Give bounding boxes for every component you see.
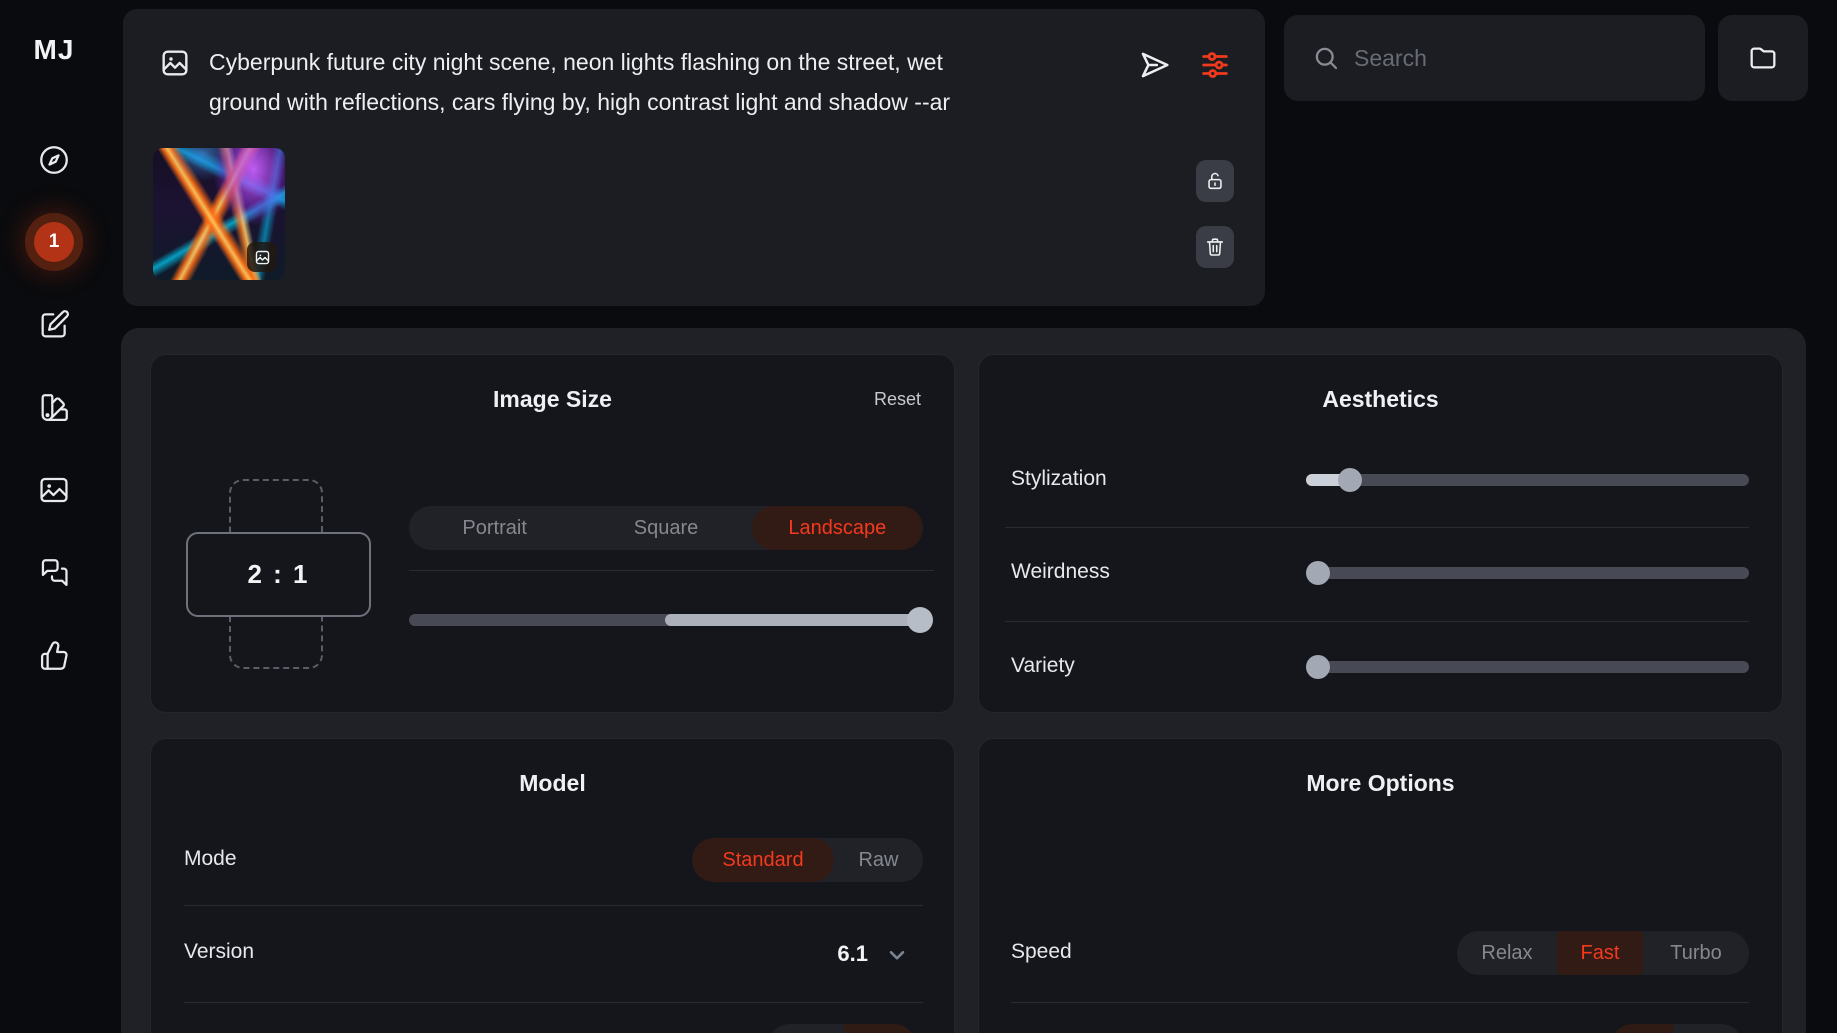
version-value[interactable]: 6.1: [837, 941, 868, 967]
orientation-landscape[interactable]: Landscape: [752, 506, 923, 550]
attached-image-thumbnail[interactable]: [153, 148, 285, 280]
model-card: Model Mode Standard Raw Version 6.1: [150, 738, 955, 1033]
sidebar-item-organize[interactable]: [37, 391, 71, 425]
weirdness-slider[interactable]: [1306, 567, 1749, 579]
lock-button[interactable]: [1196, 160, 1234, 202]
search-input[interactable]: [1354, 15, 1684, 101]
aesthetics-card: Aesthetics Stylization Weirdness Variety: [978, 354, 1783, 713]
orientation-square[interactable]: Square: [580, 506, 751, 550]
stylization-slider[interactable]: [1306, 474, 1749, 486]
divider: [184, 1002, 923, 1003]
image-badge: [247, 242, 277, 272]
sidebar: MJ 1: [0, 0, 121, 1033]
speed-segmented-control: Relax Fast Turbo: [1457, 931, 1749, 975]
ratio-label: 2 : 1: [247, 559, 309, 590]
notification-badge: 1: [34, 222, 74, 262]
speed-relax[interactable]: Relax: [1457, 931, 1557, 975]
divider: [1005, 621, 1749, 622]
reset-button[interactable]: Reset: [874, 389, 921, 410]
orientation-portrait[interactable]: Portrait: [409, 506, 580, 550]
image-badge-icon: [254, 249, 271, 266]
divider: [1011, 1002, 1749, 1003]
sidebar-item-create[interactable]: [37, 308, 71, 342]
folder-button[interactable]: [1718, 15, 1808, 101]
send-button[interactable]: [1137, 47, 1173, 83]
variety-slider[interactable]: [1306, 661, 1749, 673]
slider-thumb[interactable]: [1306, 655, 1330, 679]
app-root: MJ 1: [0, 0, 1837, 1033]
mode-standard[interactable]: Standard: [692, 838, 834, 882]
search-icon: [1311, 43, 1341, 73]
chevron-down-icon[interactable]: [884, 942, 910, 968]
version-label: Version: [184, 940, 254, 964]
prompt-input[interactable]: Cyberpunk future city night scene, neon …: [209, 42, 997, 122]
more-options-card: More Options Speed Relax Fast Turbo: [978, 738, 1783, 1033]
image-size-title: Image Size: [151, 386, 954, 413]
partial-segmented-control[interactable]: [768, 1024, 916, 1033]
app-logo[interactable]: MJ: [0, 34, 108, 66]
sidebar-item-chat[interactable]: [37, 556, 71, 590]
aspect-ratio-slider[interactable]: [409, 614, 931, 626]
speed-label: Speed: [1011, 940, 1072, 964]
image-icon: [37, 473, 71, 507]
weirdness-label: Weirdness: [1011, 560, 1110, 584]
partial-segmented-control[interactable]: [1611, 1024, 1743, 1033]
trash-icon: [1204, 236, 1226, 258]
sliders-icon: [1198, 48, 1232, 82]
speed-turbo[interactable]: Turbo: [1643, 931, 1749, 975]
slider-thumb[interactable]: [1306, 561, 1330, 585]
send-icon: [1137, 47, 1173, 83]
sidebar-item-gallery[interactable]: [37, 473, 71, 507]
partial-segment-selected[interactable]: [1611, 1024, 1673, 1033]
stylization-label: Stylization: [1011, 467, 1107, 491]
mode-raw[interactable]: Raw: [834, 838, 923, 882]
thumbs-up-icon: [37, 639, 71, 673]
sidebar-item-rate[interactable]: [37, 639, 71, 673]
more-options-title: More Options: [979, 770, 1782, 797]
divider: [1005, 527, 1749, 528]
compass-icon: [37, 143, 71, 177]
orientation-segmented-control: Portrait Square Landscape: [409, 506, 923, 550]
notification-count: 1: [49, 231, 60, 253]
speed-fast[interactable]: Fast: [1557, 931, 1643, 975]
lock-open-icon: [1204, 170, 1226, 192]
mode-label: Mode: [184, 847, 237, 871]
model-title: Model: [151, 770, 954, 797]
prompt-image-icon: [159, 47, 191, 79]
sidebar-item-notifications[interactable]: 1: [25, 213, 83, 271]
delete-button[interactable]: [1196, 226, 1234, 268]
sidebar-item-explore[interactable]: [37, 143, 71, 177]
divider: [184, 905, 923, 906]
slider-fill: [665, 614, 931, 626]
partial-segment[interactable]: [1673, 1024, 1743, 1033]
search-box: [1284, 15, 1705, 101]
image-size-card: Image Size Reset 2 : 1 Portrait Square L…: [150, 354, 955, 713]
prompt-settings-button[interactable]: [1198, 48, 1232, 82]
mode-segmented-control: Standard Raw: [692, 838, 923, 882]
slider-thumb[interactable]: [1338, 468, 1362, 492]
edit-icon: [37, 308, 71, 342]
swatches-icon: [37, 391, 71, 425]
aesthetics-title: Aesthetics: [979, 386, 1782, 413]
folder-icon: [1747, 42, 1779, 74]
ratio-preview: 2 : 1: [186, 532, 371, 617]
chat-icon: [37, 556, 71, 590]
variety-label: Variety: [1011, 654, 1075, 678]
prompt-bar: Cyberpunk future city night scene, neon …: [123, 9, 1265, 306]
partial-segment[interactable]: [768, 1024, 844, 1033]
divider: [409, 570, 934, 571]
slider-thumb[interactable]: [907, 607, 933, 633]
partial-segment-selected[interactable]: [844, 1024, 916, 1033]
